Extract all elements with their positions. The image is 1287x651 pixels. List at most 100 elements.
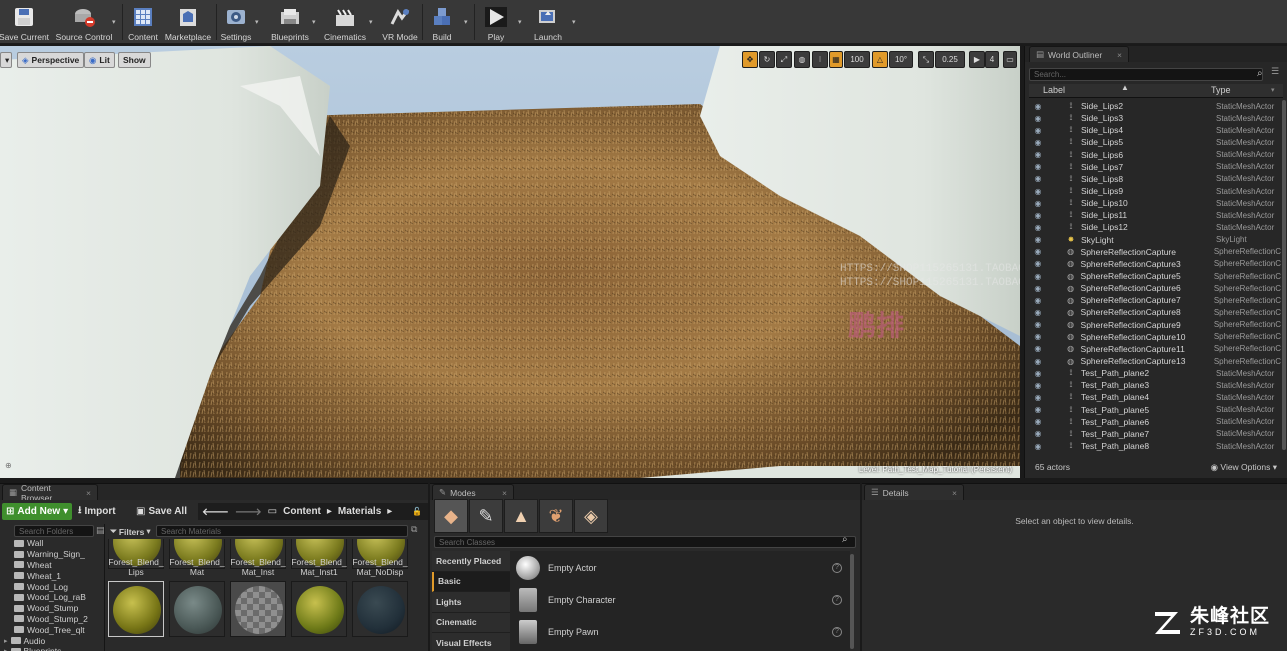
blueprints-dropdown[interactable]: ▾: [312, 18, 316, 26]
settings-button[interactable]: Settings: [218, 0, 254, 44]
scale-snap-value[interactable]: 0.25: [935, 51, 965, 68]
visibility-eye-icon[interactable]: ◉: [1029, 442, 1047, 451]
settings-dropdown[interactable]: ▾: [255, 18, 259, 26]
expand-arrow-icon[interactable]: ▸: [4, 647, 8, 651]
tab-modes[interactable]: ✎ Modes ×: [432, 484, 514, 500]
visibility-eye-icon[interactable]: ◉: [1029, 114, 1047, 123]
visibility-eye-icon[interactable]: ◉: [1029, 211, 1047, 220]
visibility-eye-icon[interactable]: ◉: [1029, 102, 1047, 111]
rotation-snap-icon[interactable]: △: [872, 51, 888, 68]
cinematics-dropdown[interactable]: ▾: [369, 18, 373, 26]
outliner-row[interactable]: ◉ ◍ SphereReflectionCapture SphereReflectio…: [1029, 246, 1281, 258]
rotate-tool-icon[interactable]: ↻: [759, 51, 775, 68]
perspective-button[interactable]: ◈ Perspective: [17, 52, 85, 68]
outliner-row[interactable]: ◉ ⟟ Test_Path_plane4 StaticMeshActor: [1029, 391, 1281, 403]
tab-details[interactable]: ☰ Details ×: [864, 484, 964, 500]
visibility-eye-icon[interactable]: ◉: [1029, 296, 1047, 305]
show-button[interactable]: Show: [118, 52, 151, 68]
visibility-eye-icon[interactable]: ◉: [1029, 235, 1047, 244]
launch-dropdown[interactable]: ▾: [572, 18, 576, 26]
filters-button[interactable]: ⏷ Filters ▾: [110, 525, 151, 538]
source-control-dropdown[interactable]: ▾: [112, 18, 116, 26]
camera-speed-value[interactable]: 4: [985, 51, 999, 68]
lit-button[interactable]: ◉ Lit: [84, 52, 115, 68]
outliner-row[interactable]: ◉ ⟟ Test_Path_plane6 StaticMeshActor: [1029, 416, 1281, 428]
play-button[interactable]: Play: [478, 0, 514, 44]
close-icon[interactable]: ×: [1117, 50, 1122, 60]
content-button[interactable]: Content: [126, 0, 160, 44]
visibility-eye-icon[interactable]: ◉: [1029, 393, 1047, 402]
asset-search-input[interactable]: Search Materials: [156, 525, 408, 537]
world-space-icon[interactable]: ◍: [794, 51, 810, 68]
visibility-eye-icon[interactable]: ◉: [1029, 332, 1047, 341]
outliner-row[interactable]: ◉ ⟟ Test_Path_plane8 StaticMeshActor: [1029, 440, 1281, 452]
breadcrumb-content[interactable]: Content: [283, 506, 321, 517]
tab-content-browser[interactable]: ▦ Content Browser ×: [2, 483, 98, 503]
class-search-input[interactable]: Search Classes: [434, 536, 856, 548]
folder-tree-item[interactable]: Wheat_1: [4, 570, 102, 581]
visibility-eye-icon[interactable]: ◉: [1029, 417, 1047, 426]
help-icon[interactable]: ?: [832, 595, 842, 605]
build-dropdown[interactable]: ▾: [464, 18, 468, 26]
outliner-row[interactable]: ◉ ⟟ Side_Lips6 StaticMeshActor: [1029, 149, 1281, 161]
material-thumbnail[interactable]: [169, 581, 225, 637]
visibility-eye-icon[interactable]: ◉: [1029, 126, 1047, 135]
close-icon[interactable]: ×: [86, 488, 91, 498]
blueprints-button[interactable]: Blueprints: [268, 0, 312, 44]
visibility-eye-icon[interactable]: ◉: [1029, 320, 1047, 329]
visibility-eye-icon[interactable]: ◉: [1029, 247, 1047, 256]
marketplace-button[interactable]: Marketplace: [164, 0, 212, 44]
visibility-eye-icon[interactable]: ◉: [1029, 381, 1047, 390]
visibility-eye-icon[interactable]: ◉: [1029, 429, 1047, 438]
material-thumbnail[interactable]: [230, 581, 286, 637]
place-item-empty-character[interactable]: Empty Character ?: [510, 585, 848, 615]
outliner-row[interactable]: ◉ ⟟ Side_Lips12 StaticMeshActor: [1029, 221, 1281, 233]
history-icon[interactable]: ⧉: [411, 524, 417, 535]
import-button[interactable]: ⭳ Import: [78, 504, 116, 519]
play-dropdown[interactable]: ▾: [518, 18, 522, 26]
landscape-mode-tab[interactable]: ▲: [504, 499, 538, 533]
folder-tree-item[interactable]: Warning_Sign_: [4, 549, 102, 560]
grid-snap-value[interactable]: 100: [844, 51, 870, 68]
outliner-row[interactable]: ◉ ◍ SphereReflectionCapture5 SphereReflecti…: [1029, 270, 1281, 282]
save-current-button[interactable]: Save Current: [0, 0, 49, 44]
outliner-row[interactable]: ◉ ⟟ Side_Lips2 StaticMeshActor: [1029, 100, 1281, 112]
label-column-header[interactable]: Label: [1043, 85, 1065, 95]
modes-scrollbar[interactable]: [850, 554, 854, 649]
translate-tool-icon[interactable]: ✥: [742, 51, 758, 68]
mode-category[interactable]: Recently Placed: [432, 551, 510, 572]
save-all-button[interactable]: ▣ Save All: [136, 504, 187, 519]
visibility-eye-icon[interactable]: ◉: [1029, 199, 1047, 208]
scale-snap-icon[interactable]: ⤡: [918, 51, 934, 68]
visibility-eye-icon[interactable]: ◉: [1029, 284, 1047, 293]
lock-icon[interactable]: 🔓: [412, 507, 422, 516]
breadcrumb-materials[interactable]: Materials: [338, 506, 381, 517]
folder-tree-item[interactable]: Wood_Log_raB: [4, 592, 102, 603]
foliage-mode-tab[interactable]: ❦: [539, 499, 573, 533]
visibility-eye-icon[interactable]: ◉: [1029, 357, 1047, 366]
folder-tree-item[interactable]: Wheat: [4, 560, 102, 571]
mode-category[interactable]: Basic: [432, 571, 510, 592]
visibility-eye-icon[interactable]: ◉: [1029, 150, 1047, 159]
folder-tree-item[interactable]: Wood_Tree_qlt: [4, 624, 102, 635]
paint-mode-tab[interactable]: ✎: [469, 499, 503, 533]
outliner-row[interactable]: ◉ ⟟ Side_Lips7 StaticMeshActor: [1029, 161, 1281, 173]
place-mode-tab[interactable]: ◆: [434, 499, 468, 533]
expand-arrow-icon[interactable]: ▸: [4, 637, 8, 645]
visibility-eye-icon[interactable]: ◉: [1029, 405, 1047, 414]
outliner-settings-icon[interactable]: ☰: [1271, 66, 1279, 77]
visibility-eye-icon[interactable]: ◉: [1029, 174, 1047, 183]
build-button[interactable]: Build: [424, 0, 460, 44]
visibility-eye-icon[interactable]: ◉: [1029, 223, 1047, 232]
surface-snap-icon[interactable]: ⁝: [812, 51, 828, 68]
folder-tree-item[interactable]: ▸ Blueprints: [4, 646, 102, 651]
visibility-eye-icon[interactable]: ◉: [1029, 162, 1047, 171]
type-column-header[interactable]: Type: [1211, 85, 1231, 95]
outliner-row[interactable]: ◉ ⟟ Test_Path_plane2 StaticMeshActor: [1029, 367, 1281, 379]
close-icon[interactable]: ×: [502, 488, 507, 498]
folder-tree-item[interactable]: Wood_Stump_2: [4, 614, 102, 625]
mode-category[interactable]: Lights: [432, 592, 510, 613]
material-thumbnail[interactable]: [291, 581, 347, 637]
cinematics-button[interactable]: Cinematics: [322, 0, 368, 44]
place-item-empty-pawn[interactable]: Empty Pawn ?: [510, 617, 848, 647]
